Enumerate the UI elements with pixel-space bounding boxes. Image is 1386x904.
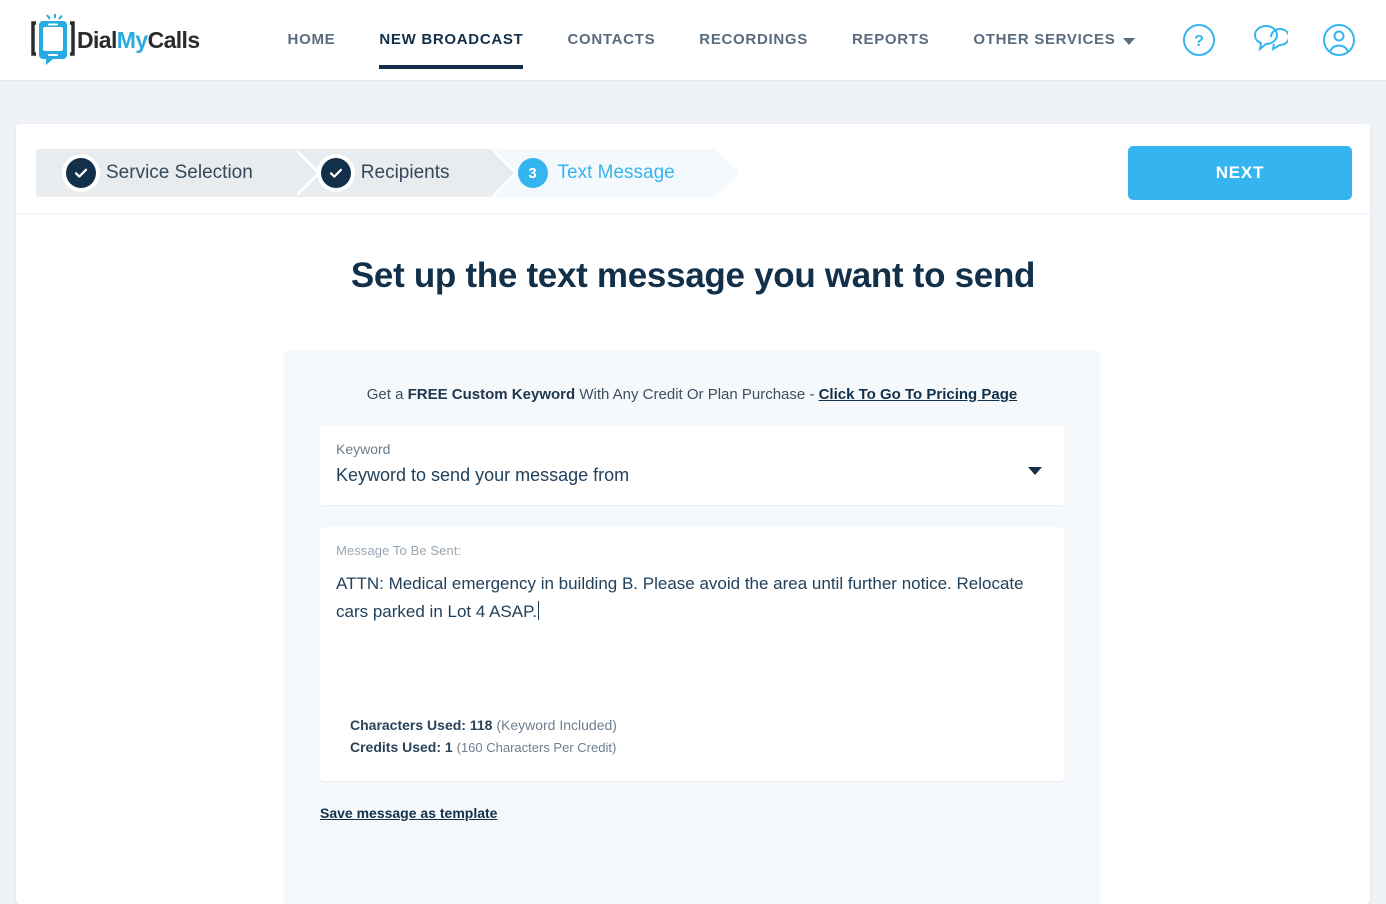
svg-text:?: ?	[1194, 33, 1204, 50]
keyword-promo-banner: Get a FREE Custom Keyword With Any Credi…	[284, 350, 1100, 403]
nav-item-recordings-label: RECORDINGS	[699, 30, 808, 48]
logo-text-my: My	[116, 26, 148, 53]
wizard-steps: Service Selection Recipients 3 Text Mess…	[36, 149, 744, 197]
main-nav-links: HOME NEW BROADCAST CONTACTS RECORDINGS R…	[288, 0, 1180, 81]
account-icon[interactable]	[1322, 23, 1356, 57]
message-label: Message To Be Sent:	[336, 543, 462, 558]
top-navigation-bar: DialMyCalls HOME NEW BROADCAST CONTACTS …	[0, 0, 1386, 81]
step-number-badge: 3	[517, 158, 548, 188]
save-message-as-template-link[interactable]: Save message as template	[320, 805, 497, 821]
broadcast-card: Service Selection Recipients 3 Text Mess…	[16, 124, 1370, 904]
characters-used-label: Characters Used:	[350, 717, 466, 733]
keyword-value: Keyword to send your message from	[336, 465, 630, 485]
characters-used-line: Characters Used: 118 (Keyword Included)	[350, 717, 617, 733]
characters-used-value: 118	[469, 717, 493, 733]
nav-item-home-label: HOME	[287, 30, 336, 48]
message-textarea[interactable]: Message To Be Sent: ATTN: Medical emerge…	[320, 527, 1064, 781]
wizard-steps-bar: Service Selection Recipients 3 Text Mess…	[16, 124, 1370, 214]
nav-item-recordings[interactable]: RECORDINGS	[699, 0, 808, 81]
step-recipients[interactable]: Recipients	[292, 149, 518, 197]
nav-item-reports[interactable]: REPORTS	[852, 0, 929, 81]
credits-used-label: Credits Used:	[350, 739, 442, 755]
promo-middle: With Any Credit Or Plan Purchase -	[575, 386, 819, 403]
credits-used-value: 1	[444, 739, 453, 755]
promo-highlight: FREE Custom Keyword	[407, 386, 576, 403]
nav-item-reports-label: REPORTS	[851, 30, 930, 48]
message-counters: Characters Used: 118 (Keyword Included) …	[350, 717, 617, 761]
next-button[interactable]: NEXT	[1128, 146, 1352, 200]
keyword-label: Keyword	[336, 441, 391, 457]
credits-used-note: (160 Characters Per Credit)	[456, 740, 617, 755]
dialmycalls-phone-icon	[30, 14, 76, 66]
chevron-down-icon	[1123, 37, 1136, 45]
check-icon	[320, 158, 351, 188]
nav-item-contacts[interactable]: CONTACTS	[567, 0, 655, 81]
logo-text-dial: Dial	[77, 26, 117, 53]
characters-used-note: (Keyword Included)	[496, 717, 617, 733]
step-service-selection[interactable]: Service Selection	[36, 149, 321, 197]
text-cursor	[537, 601, 539, 620]
header-action-icons: ?	[1182, 23, 1356, 57]
keyword-select[interactable]: Keyword Keyword to send your message fro…	[320, 425, 1064, 505]
page-title: Set up the text message you want to send	[350, 256, 1036, 295]
check-icon	[66, 158, 96, 188]
message-value: ATTN: Medical emergency in building B. P…	[336, 574, 1029, 621]
help-icon[interactable]: ?	[1182, 23, 1216, 57]
message-text-content: ATTN: Medical emergency in building B. P…	[336, 570, 1046, 626]
chevron-down-icon[interactable]	[1028, 467, 1042, 475]
nav-item-home[interactable]: HOME	[288, 0, 336, 81]
credits-used-line: Credits Used: 1 (160 Characters Per Cred…	[350, 739, 617, 755]
nav-item-other-services-label: OTHER SERVICES	[973, 30, 1116, 48]
nav-item-new-broadcast-label: NEW BROADCAST	[379, 30, 524, 48]
step-text-message[interactable]: 3 Text Message	[489, 149, 744, 197]
step-service-selection-label: Service Selection	[106, 162, 253, 183]
nav-item-other-services[interactable]: OTHER SERVICES	[973, 0, 1136, 81]
promo-prefix: Get a	[366, 386, 408, 403]
brand-logo[interactable]: DialMyCalls	[30, 14, 200, 66]
logo-text-calls: Calls	[147, 26, 201, 53]
step-text-message-label: Text Message	[557, 162, 675, 183]
nav-item-new-broadcast[interactable]: NEW BROADCAST	[379, 0, 524, 81]
pricing-page-link[interactable]: Click To Go To Pricing Page	[819, 386, 1018, 403]
chat-icon[interactable]	[1252, 23, 1290, 57]
step-recipients-label: Recipients	[360, 162, 450, 183]
message-form-panel: Get a FREE Custom Keyword With Any Credi…	[284, 350, 1100, 904]
nav-item-contacts-label: CONTACTS	[567, 30, 656, 48]
